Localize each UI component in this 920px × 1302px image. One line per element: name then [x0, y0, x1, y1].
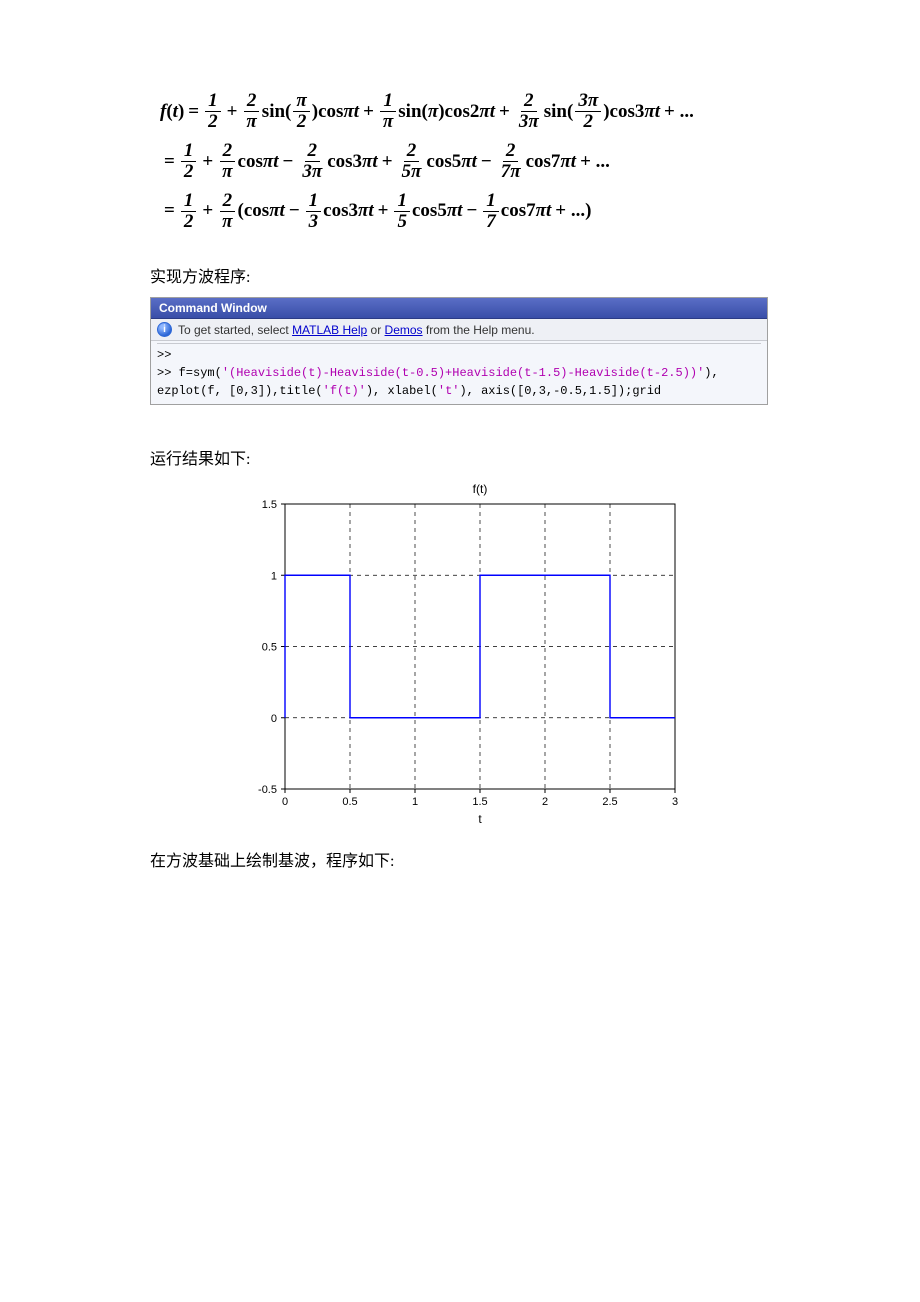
formula-line-1: f(t) = 12 + 2π sin(π2) cosπt + 1π sin(π)…: [160, 90, 770, 134]
command-window-body[interactable]: >> >> f=sym('(Heaviside(t)-Heaviside(t-0…: [151, 341, 767, 404]
svg-text:t: t: [478, 812, 482, 826]
command-window-title: Command Window: [151, 298, 767, 319]
hint-text-mid: or: [367, 323, 384, 337]
plot-svg: f(t) 0 0.5 1 1.5 2 2.5 3 -0.5 0 0.5 1 1.5 t: [230, 479, 690, 829]
svg-text:1: 1: [271, 570, 277, 582]
prompt-line-1: >>: [157, 343, 761, 364]
svg-text:2.5: 2.5: [602, 796, 617, 808]
command-window: Command Window i To get started, select …: [150, 297, 768, 405]
svg-text:3: 3: [672, 796, 678, 808]
svg-text:-0.5: -0.5: [258, 784, 277, 796]
hint-text-pre: To get started, select: [178, 323, 292, 337]
square-wave-plot: f(t) 0 0.5 1 1.5 2 2.5 3 -0.5 0 0.5 1 1.5 t: [230, 479, 690, 829]
command-window-hint: i To get started, select MATLAB Help or …: [151, 319, 767, 341]
info-icon: i: [157, 322, 172, 337]
code-line-2: >> f=sym('(Heaviside(t)-Heaviside(t-0.5)…: [157, 364, 761, 382]
formula-line-2: = 12 + 2π cosπt − 23π cos3πt + 25π cos5π…: [160, 140, 770, 184]
caption-next: 在方波基础上绘制基波，程序如下:: [150, 847, 770, 871]
demos-link[interactable]: Demos: [385, 323, 423, 337]
svg-text:0: 0: [271, 713, 277, 725]
formula-line-3: = 12 + 2π (cosπt − 13 cos3πt + 15 cos5πt…: [160, 189, 770, 233]
svg-text:0: 0: [282, 796, 288, 808]
svg-text:f(t): f(t): [473, 482, 488, 496]
matlab-help-link[interactable]: MATLAB Help: [292, 323, 367, 337]
svg-text:1.5: 1.5: [262, 499, 277, 511]
caption-program: 实现方波程序:: [150, 263, 770, 287]
code-line-3: ezplot(f, [0,3]),title('f(t)'), xlabel('…: [157, 382, 761, 400]
svg-text:1: 1: [412, 796, 418, 808]
svg-text:2: 2: [542, 796, 548, 808]
svg-text:0.5: 0.5: [342, 796, 357, 808]
svg-text:0.5: 0.5: [262, 642, 277, 654]
caption-result: 运行结果如下:: [150, 445, 770, 469]
fourier-formula: f(t) = 12 + 2π sin(π2) cosπt + 1π sin(π)…: [160, 90, 770, 233]
svg-text:1.5: 1.5: [472, 796, 487, 808]
hint-text-post: from the Help menu.: [423, 323, 535, 337]
